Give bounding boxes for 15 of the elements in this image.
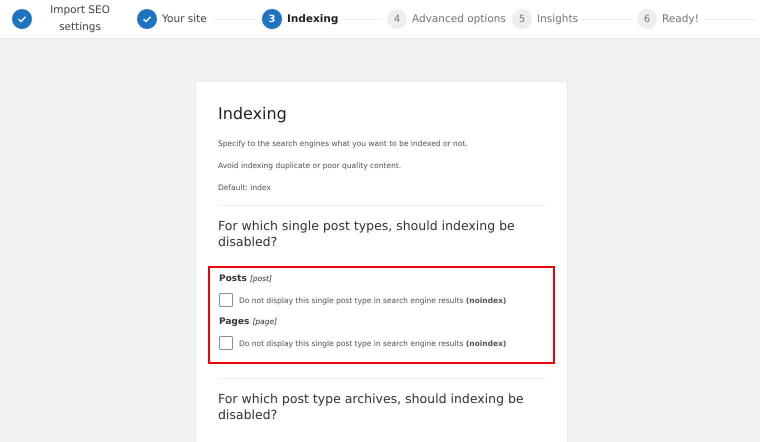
step-label[interactable]: Your site (162, 13, 207, 25)
step-number: 5 (512, 9, 532, 29)
step-label[interactable]: Advanced options (412, 13, 506, 25)
step-number: 4 (387, 9, 407, 29)
card-title: Indexing (218, 104, 288, 123)
step-label[interactable]: Insights (537, 13, 578, 25)
step-label[interactable]: Import SEO settings (37, 2, 123, 36)
section-question: For which post type archives, should indexing be disabled? (218, 391, 525, 423)
section-question: For which single post types, should indexing be disabled? (218, 218, 516, 250)
step-label[interactable]: Ready! (662, 13, 699, 25)
step-number: 6 (637, 9, 657, 29)
step-number: 3 (262, 9, 282, 29)
checkbox[interactable] (219, 336, 233, 350)
checkbox[interactable] (219, 293, 233, 307)
step-label[interactable]: Indexing (287, 13, 338, 25)
